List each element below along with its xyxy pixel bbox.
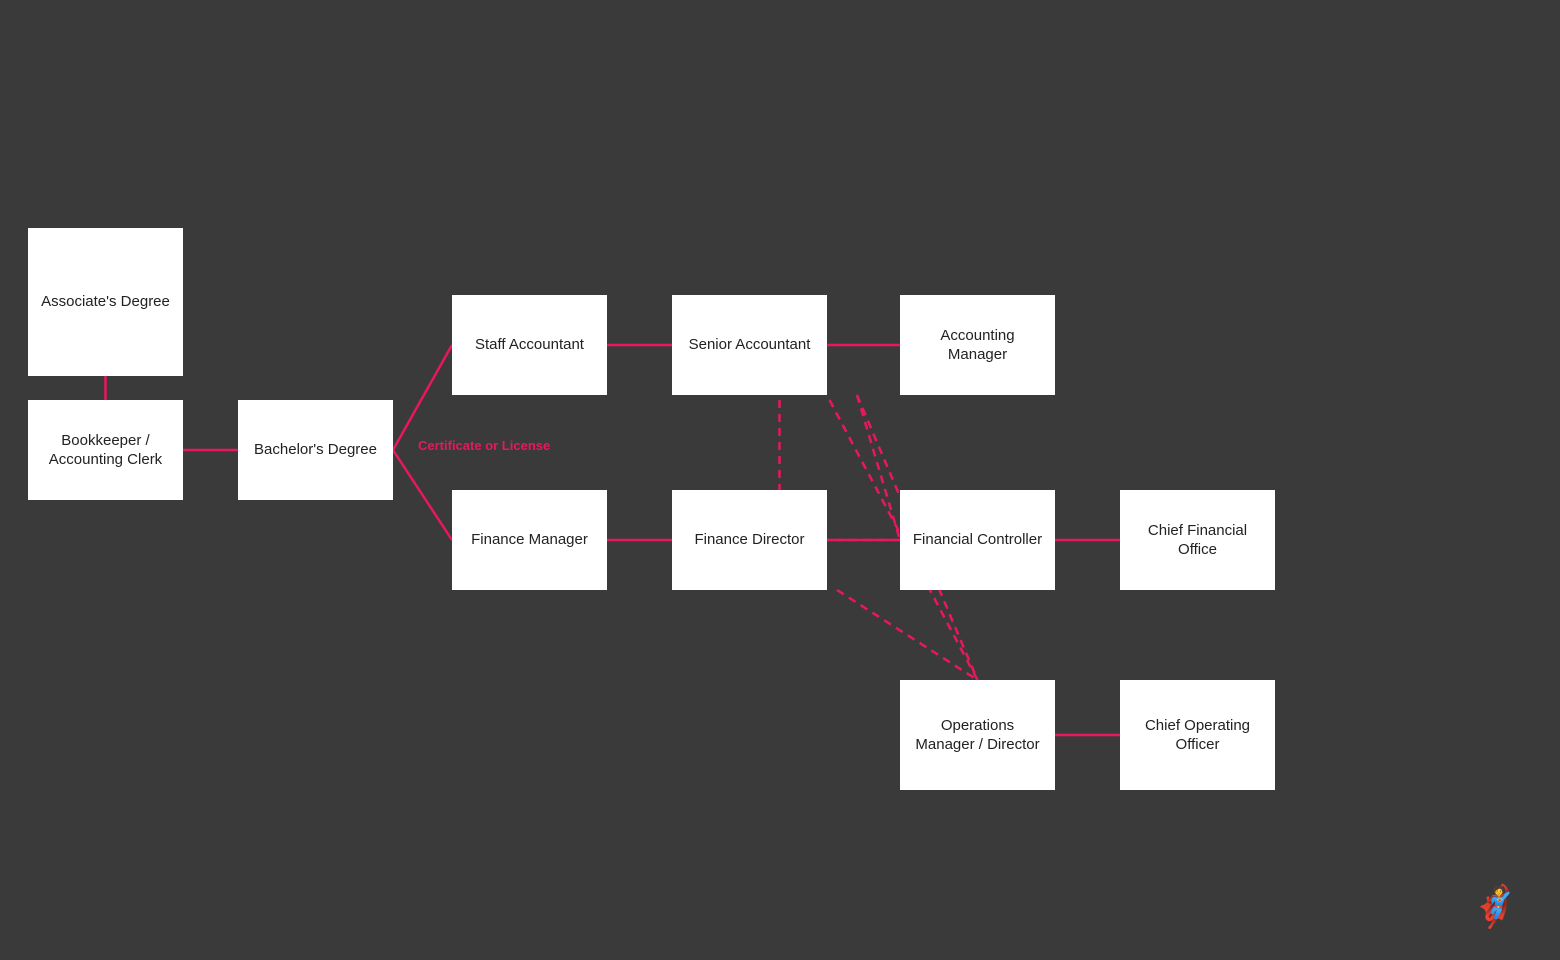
node-senior: Senior Accountant: [672, 295, 827, 395]
node-fincontroller: Financial Controller: [900, 490, 1055, 590]
node-associates: Associate's Degree: [28, 228, 183, 376]
node-staff: Staff Accountant: [452, 295, 607, 395]
connection-lines: [0, 0, 1560, 960]
node-findirector: Finance Director: [672, 490, 827, 590]
node-bookkeeper: Bookkeeper / Accounting Clerk: [28, 400, 183, 500]
node-bachelors: Bachelor's Degree: [238, 400, 393, 500]
node-accmgr: Accounting Manager: [900, 295, 1055, 395]
node-opsmgr: Operations Manager / Director: [900, 680, 1055, 790]
node-cfo: Chief Financial Office: [1120, 490, 1275, 590]
brand-logo: 🦸: [1470, 883, 1520, 930]
node-coo: Chief Operating Officer: [1120, 680, 1275, 790]
cert-label: Certificate or License: [418, 438, 550, 453]
node-finmgr: Finance Manager: [452, 490, 607, 590]
